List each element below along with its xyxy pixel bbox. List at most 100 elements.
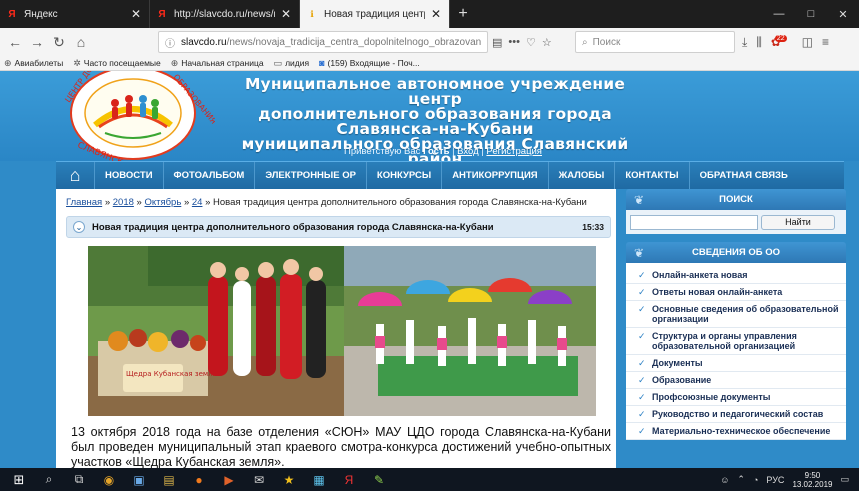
- sidebar-item-documents[interactable]: ✓ Документы: [626, 355, 846, 372]
- windows-start-icon[interactable]: ⊞: [4, 468, 34, 491]
- guest-name: Гость: [423, 146, 450, 157]
- menu-item-electronic-resources[interactable]: ЭЛЕКТРОННЫЕ ОР: [254, 161, 366, 190]
- news-title: Новая традиция центра дополнительного об…: [92, 221, 494, 233]
- web-page: ЦЕНТР ДОП. ОБРАЗОВАНИЯ СЛАВЯНСК-НА-КУБАН…: [0, 71, 859, 468]
- tab-yandex[interactable]: Я Яндекс ✕: [0, 0, 150, 28]
- main-menu: ⌂ НОВОСТИ ФОТОАЛЬБОМ ЭЛЕКТРОННЫЕ ОР КОНК…: [56, 161, 844, 190]
- sidebar-item-facilities[interactable]: ✓ Материально-техническое обеспечение: [626, 423, 846, 440]
- bookmark-folder-lidiya[interactable]: ▭ лидия: [274, 58, 310, 69]
- login-link[interactable]: Вход: [457, 146, 479, 157]
- news-title-bar: ⌄ Новая традиция центра дополнительного …: [66, 216, 611, 238]
- close-icon[interactable]: ✕: [429, 7, 443, 21]
- close-icon[interactable]: ✕: [129, 7, 143, 21]
- network-icon[interactable]: ◔: [753, 475, 758, 485]
- search-icon[interactable]: ⌕: [34, 468, 64, 491]
- files-icon[interactable]: ▣: [124, 468, 154, 491]
- menu-item-news[interactable]: НОВОСТИ: [94, 161, 163, 190]
- sidebar: ❦ ПОИСК Найти ❦ СВЕДЕНИЯ ОБ ОО ✓ Онлайн-а…: [626, 189, 846, 468]
- news-body: 13 октября 2018 года на базе отделения «…: [71, 425, 611, 468]
- media-icon[interactable]: ▶: [214, 468, 244, 491]
- back-icon[interactable]: ←: [4, 31, 26, 53]
- notifications-icon[interactable]: ▭: [840, 474, 849, 485]
- menu-icon[interactable]: ≡: [822, 35, 829, 49]
- menu-item-contests[interactable]: КОНКУРСЫ: [365, 161, 441, 190]
- home-icon[interactable]: ⌂: [70, 31, 92, 53]
- library-icon[interactable]: ⫼: [756, 35, 762, 50]
- address-bar[interactable]: ⓘ slavcdo.ru/news/novaja_tradicija_centr…: [158, 31, 488, 53]
- check-icon: ✓: [638, 358, 646, 368]
- more-actions-icon[interactable]: •••: [508, 36, 520, 48]
- mail-icon[interactable]: ✉: [244, 468, 274, 491]
- sidebar-item-education[interactable]: ✓ Образование: [626, 372, 846, 389]
- download-icon[interactable]: ⤓: [742, 35, 747, 50]
- bookmark-star-icon[interactable]: ☆: [542, 36, 552, 49]
- close-icon[interactable]: ✕: [279, 7, 293, 21]
- menu-item-contacts[interactable]: КОНТАКТЫ: [614, 161, 688, 190]
- site-logo[interactable]: ЦЕНТР ДОП. ОБРАЗОВАНИЯ СЛАВЯНСК-НА-КУБАН…: [55, 71, 215, 163]
- sidebar-item-staff[interactable]: ✓ Руководство и педагогический состав: [626, 406, 846, 423]
- chrome-icon[interactable]: ◉: [94, 468, 124, 491]
- maximize-button[interactable]: □: [795, 0, 827, 28]
- breadcrumb-home[interactable]: Главная: [66, 197, 102, 208]
- new-tab-button[interactable]: +: [450, 0, 476, 28]
- sidebar-item-basic-info[interactable]: ✓ Основные сведения об образовательной ор…: [626, 301, 846, 328]
- news-photo[interactable]: Щедра Кубанская земля!: [88, 246, 596, 416]
- search-input[interactable]: ⌕ Поиск: [575, 31, 735, 53]
- tray-expand-icon[interactable]: ⌃: [737, 474, 745, 485]
- sidebar-icon[interactable]: ◫: [802, 35, 813, 49]
- menu-item-photoalbum[interactable]: ФОТОАЛЬБОМ: [162, 161, 255, 190]
- tab-slavcdo-url[interactable]: Я http://slavcdo.ru/news/novaja ✕: [150, 0, 300, 28]
- menu-item-feedback[interactable]: ОБРАТНАЯ СВЯЗЬ: [688, 161, 798, 190]
- app-icon[interactable]: ★: [274, 468, 304, 491]
- bookmark-aviabilety[interactable]: ⊕ Авиабилеты: [4, 58, 63, 69]
- gear-icon: ✲: [73, 57, 81, 68]
- window-controls: — □ ✕: [763, 0, 859, 28]
- register-link[interactable]: Регистрация: [486, 146, 542, 157]
- site-search-input[interactable]: [630, 214, 758, 230]
- sidebar-item-union-documents[interactable]: ✓ Профсоюзные документы: [626, 389, 846, 406]
- language-indicator[interactable]: РУС: [766, 475, 784, 485]
- check-icon: ✓: [638, 304, 646, 314]
- paint-icon[interactable]: ✎: [364, 468, 394, 491]
- info-icon[interactable]: ⓘ: [165, 35, 175, 50]
- home-icon[interactable]: ⌂: [56, 162, 94, 190]
- breadcrumb-day[interactable]: 24: [192, 197, 203, 208]
- minimize-button[interactable]: —: [763, 0, 795, 28]
- menu-item-anticorruption[interactable]: АНТИКОРРУПЦИЯ: [441, 161, 547, 190]
- tab-news-active[interactable]: ℹ︎ Новая традиция центра допол ✕: [300, 0, 450, 28]
- reader-view-icon[interactable]: ▤: [492, 36, 502, 49]
- main-content: Главная » 2018 » Октябрь » 24 » Новая тр…: [56, 189, 616, 468]
- bookmark-most-visited[interactable]: ✲ Часто посещаемые: [73, 58, 161, 69]
- pocket-icon[interactable]: ♡: [526, 36, 536, 49]
- firefox-icon[interactable]: ●: [184, 468, 214, 491]
- yandex-browser-icon[interactable]: Я: [334, 468, 364, 491]
- forward-icon[interactable]: →: [26, 31, 48, 53]
- bookmarks-bar: ⊕ Авиабилеты ✲ Часто посещаемые ⊕ Начальная…: [0, 56, 859, 71]
- breadcrumb-month[interactable]: Октябрь: [144, 197, 181, 208]
- sidebar-item-structure[interactable]: ✓ Структура и органы управления образоват…: [626, 328, 846, 355]
- photos-icon[interactable]: ▦: [304, 468, 334, 491]
- people-icon[interactable]: ☺: [720, 475, 729, 485]
- extension-icon[interactable]: ✿22: [771, 35, 793, 49]
- bookmark-start-page[interactable]: ⊕ Начальная страница: [171, 58, 264, 69]
- search-section-header: ❦ ПОИСК: [626, 189, 846, 210]
- address-text: slavcdo.ru/news/novaja_tradicija_centra_…: [181, 37, 481, 48]
- find-button[interactable]: Найти: [761, 214, 835, 230]
- check-icon: ✓: [638, 392, 646, 402]
- site-icon: ℹ︎: [310, 8, 314, 19]
- check-icon: ✓: [638, 375, 646, 385]
- sidebar-item-online-survey[interactable]: ✓ Онлайн-анкета новая: [626, 267, 846, 284]
- chevron-down-icon[interactable]: ⌄: [73, 221, 85, 233]
- check-icon: ✓: [638, 287, 646, 297]
- clock[interactable]: 9:50 13.02.2019: [792, 471, 832, 489]
- reload-icon[interactable]: ↻: [48, 31, 70, 53]
- yandex-icon: Я: [8, 8, 16, 20]
- browser-nav-bar: ← → ↻ ⌂ ⓘ slavcdo.ru/news/novaja_tradici…: [0, 28, 859, 56]
- close-window-button[interactable]: ✕: [827, 0, 859, 28]
- store-icon[interactable]: ▤: [154, 468, 184, 491]
- task-view-icon[interactable]: ⧉: [64, 468, 94, 491]
- bookmark-inbox[interactable]: ◙ (159) Входящие - Поч...: [319, 58, 420, 68]
- menu-item-complaints[interactable]: ЖАЛОБЫ: [547, 161, 615, 190]
- sidebar-item-survey-answers[interactable]: ✓ Ответы новая онлайн-анкета: [626, 284, 846, 301]
- breadcrumb-year[interactable]: 2018: [113, 197, 134, 208]
